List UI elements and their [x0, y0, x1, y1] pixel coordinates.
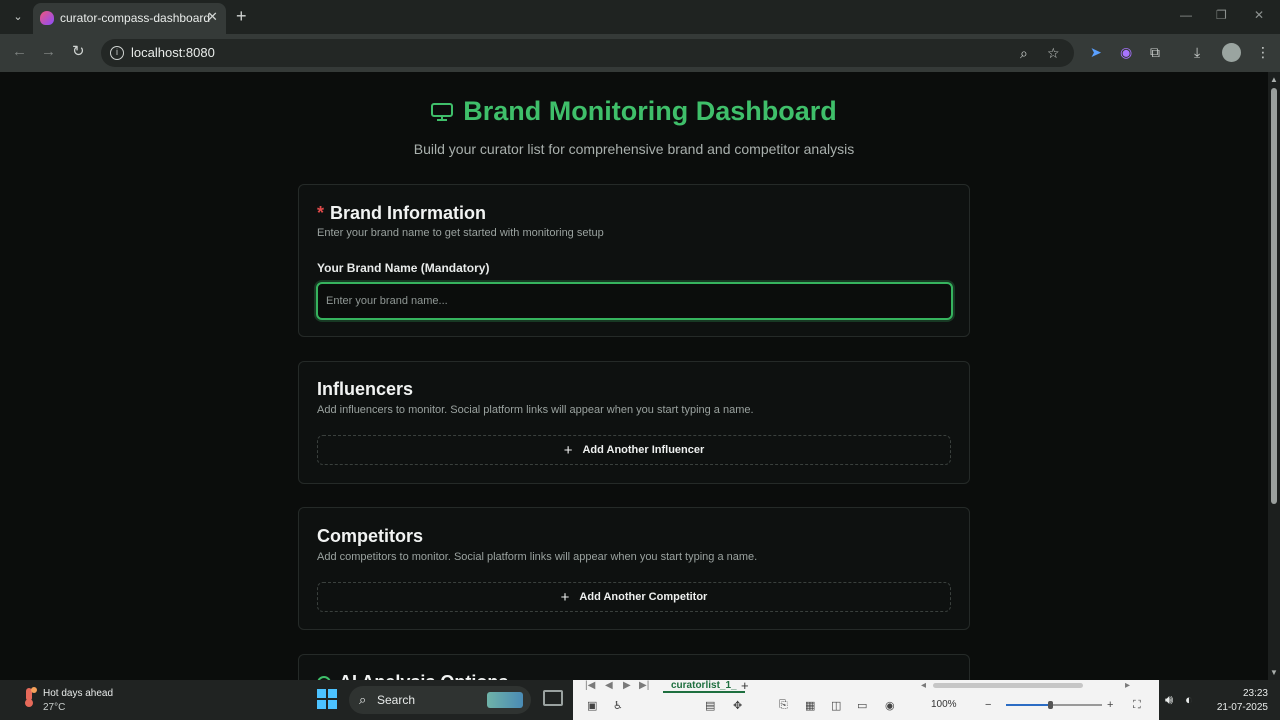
sheet-first-icon[interactable]: |◀ — [585, 680, 595, 691]
taskbar-search-label: Search — [377, 693, 416, 707]
browser-toolbar: ← → ↻ i localhost:8080 ⌕ ☆ ➤ ◉ ⧉ ⤓ ⋮ — [0, 34, 1280, 72]
card-title: * Brand Information — [317, 203, 486, 224]
add-influencer-label: Add Another Influencer — [582, 444, 705, 456]
plus-icon: + — [560, 588, 570, 606]
bookmark-star-icon[interactable]: ☆ — [1047, 45, 1060, 62]
extension-ai-icon[interactable]: ◉ — [1120, 44, 1132, 61]
brand-name-input[interactable] — [316, 282, 953, 320]
ai-analysis-card: AI Analysis Options — [298, 654, 970, 680]
sheet-last-icon[interactable]: ▶| — [639, 680, 649, 691]
favicon-icon — [40, 11, 54, 25]
page-scrollbar[interactable]: ▲ ▼ — [1268, 72, 1280, 680]
sheet-view-icon[interactable]: ◉ — [885, 699, 895, 712]
tab-search-chevron-icon[interactable]: ⌄ — [8, 7, 28, 27]
reload-icon[interactable]: ↻ — [72, 43, 85, 61]
influencers-card-title: Influencers — [317, 379, 414, 399]
zoom-slider[interactable] — [1006, 701, 1102, 709]
zoom-out-icon[interactable]: − — [985, 699, 991, 711]
zoom-in-icon[interactable]: + — [1107, 699, 1113, 711]
page-layout-icon[interactable]: ◫ — [831, 699, 841, 712]
page-title: Brand Monitoring Dashboard — [431, 96, 837, 127]
sheet-tab[interactable]: curatorlist_1_ — [663, 680, 745, 693]
browser-menu-icon[interactable]: ⋮ — [1256, 44, 1270, 61]
sheet-horizontal-scrollbar[interactable] — [933, 683, 1083, 688]
system-clock[interactable]: 23:23 21-07-2025 — [1206, 687, 1268, 715]
new-tab-icon[interactable]: + — [236, 6, 247, 26]
normal-view-icon[interactable]: ▦ — [805, 699, 815, 712]
zoom-search-icon[interactable]: ⌕ — [1020, 45, 1028, 62]
ai-card-title: AI Analysis Options — [339, 672, 508, 680]
monitor-icon — [431, 102, 454, 121]
zoom-slider-knob[interactable] — [1048, 701, 1053, 709]
restore-icon[interactable]: ❐ — [1216, 8, 1227, 22]
profile-avatar[interactable] — [1222, 43, 1241, 62]
address-bar[interactable]: i localhost:8080 ⌕ ☆ — [101, 39, 1074, 67]
influencers-card-description: Add influencers to monitor. Social platf… — [317, 404, 754, 416]
focus-icon[interactable]: ✥ — [733, 699, 742, 712]
network-icon[interactable]: ◐ — [1185, 692, 1193, 707]
windows-start-icon[interactable] — [317, 689, 337, 709]
volume-icon[interactable]: 🔊︎ — [1165, 692, 1173, 708]
zoom-slider-fill — [1006, 704, 1050, 706]
page-title-text: Brand Monitoring Dashboard — [463, 96, 837, 126]
window-close-icon[interactable]: ✕ — [1254, 8, 1264, 22]
minimize-icon[interactable]: — — [1180, 8, 1192, 22]
tab-title: curator-compass-dashboard — [60, 11, 211, 25]
forward-icon[interactable]: → — [41, 43, 56, 61]
add-competitor-label: Add Another Competitor — [579, 591, 708, 603]
display-settings-icon[interactable]: ▤ — [705, 699, 715, 712]
brand-name-label: Your Brand Name (Mandatory) — [317, 261, 490, 275]
sheet-next-icon[interactable]: ▶ — [623, 680, 631, 691]
zoom-level[interactable]: 100% — [931, 699, 957, 710]
taskbar-search[interactable]: ⌕ Search — [349, 686, 531, 714]
sheet-status-icon[interactable]: ▣ — [587, 699, 597, 712]
brand-card-title: Brand Information — [330, 203, 487, 223]
search-icon: ⌕ — [359, 692, 367, 707]
sheet-prev-icon[interactable]: ◀ — [605, 680, 613, 691]
url-text[interactable]: localhost:8080 — [131, 45, 215, 60]
hscroll-right-icon[interactable]: ▸ — [1125, 680, 1130, 691]
clock-date: 21-07-2025 — [1216, 702, 1268, 713]
influencers-card: Influencers Add influencers to monitor. … — [298, 361, 970, 484]
extension-arrow-icon[interactable]: ➤ — [1090, 44, 1102, 61]
scroll-up-icon[interactable]: ▲ — [1270, 75, 1278, 84]
page-subtitle: Build your curator list for comprehensiv… — [413, 141, 855, 157]
page-break-icon[interactable]: ⎘ — [779, 699, 788, 712]
page-break-preview-icon[interactable]: ▭ — [857, 699, 867, 712]
hscroll-left-icon[interactable]: ◂ — [921, 680, 926, 691]
add-competitor-button[interactable]: + Add Another Competitor — [317, 582, 951, 612]
weather-temperature[interactable]: 27°C — [43, 702, 65, 713]
os-taskbar: Hot days ahead 27°C ⌕ Search |◀ ◀ ▶ ▶| c… — [0, 678, 1280, 720]
tab-close-icon[interactable]: ✕ — [207, 9, 218, 25]
page-header: Brand Monitoring Dashboard Build your cu… — [0, 96, 1268, 157]
competitors-card-title: Competitors — [317, 526, 424, 546]
accessibility-icon[interactable]: ♿ — [613, 699, 623, 712]
weather-thermometer-icon[interactable] — [19, 686, 39, 708]
brand-information-card: * Brand Information Enter your brand name… — [298, 184, 970, 337]
search-highlight-image — [487, 692, 523, 708]
scroll-down-icon[interactable]: ▼ — [1270, 668, 1278, 677]
brand-card-description: Enter your brand name to get started wit… — [317, 227, 604, 239]
competitors-card-description: Add competitors to monitor. Social platf… — [317, 551, 758, 563]
page-viewport: Brand Monitoring Dashboard Build your cu… — [0, 72, 1268, 680]
add-sheet-icon[interactable]: + — [741, 678, 749, 693]
scrollbar-thumb[interactable] — [1271, 88, 1277, 504]
browser-tab[interactable]: curator-compass-dashboard ✕ — [33, 3, 226, 34]
fullscreen-icon[interactable]: ⛶ — [1133, 699, 1141, 712]
browser-tab-bar: ⌄ curator-compass-dashboard ✕ + — ❐ ✕ — [0, 0, 1280, 34]
ai-card-header: AI Analysis Options — [317, 672, 508, 680]
clock-time: 23:23 — [1242, 688, 1268, 699]
weather-headline[interactable]: Hot days ahead — [43, 688, 113, 699]
site-info-icon[interactable]: i — [110, 46, 124, 60]
competitors-card: Competitors Add competitors to monitor. … — [298, 507, 970, 630]
required-marker: * — [317, 203, 325, 223]
task-view-icon[interactable] — [543, 690, 563, 706]
plus-icon: + — [563, 441, 573, 459]
back-icon[interactable]: ← — [12, 43, 27, 61]
extensions-puzzle-icon[interactable]: ⧉ — [1150, 44, 1160, 61]
download-icon[interactable]: ⤓ — [1194, 44, 1200, 61]
excel-status-bar: |◀ ◀ ▶ ▶| curatorlist_1_ + ◂ ▸ ▣ ♿ ▤ ✥ ⎘… — [573, 678, 1159, 720]
add-influencer-button[interactable]: + Add Another Influencer — [317, 435, 951, 465]
